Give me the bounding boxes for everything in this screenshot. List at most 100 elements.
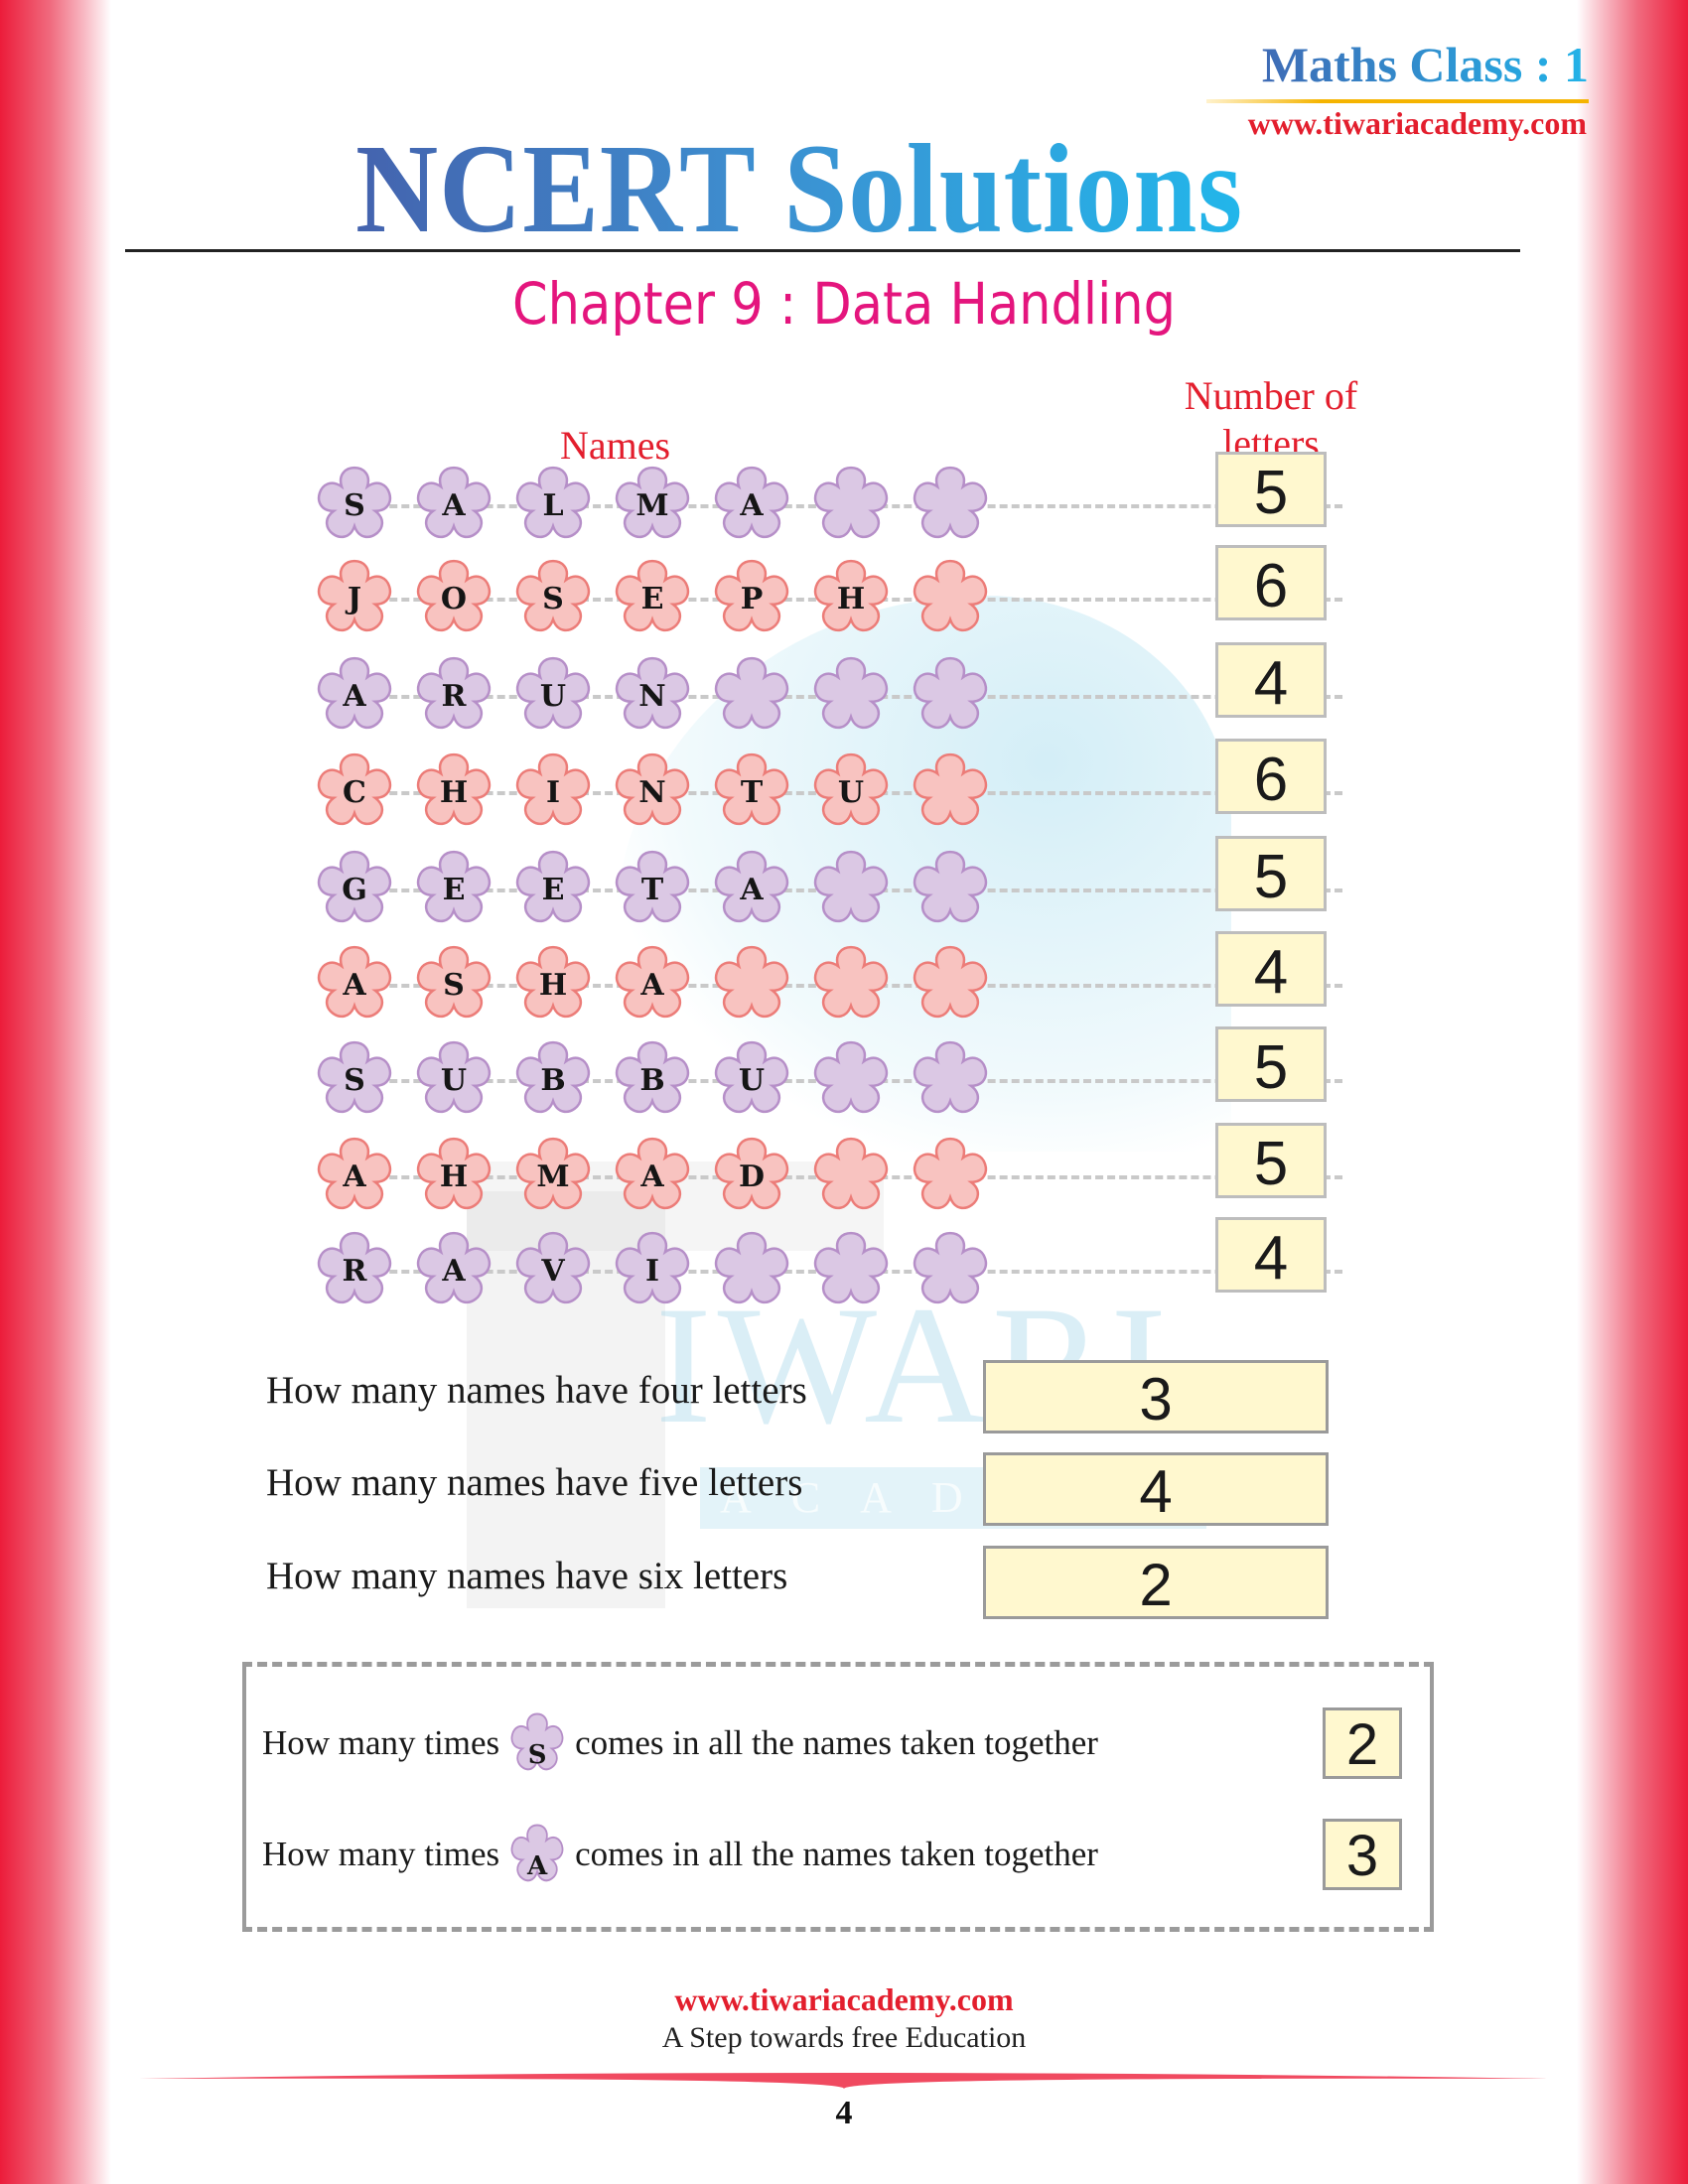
letter-flower: A — [310, 650, 399, 740]
flower-letter: V — [541, 1254, 565, 1289]
letter-flower: O — [409, 553, 498, 642]
title-rule — [125, 249, 1520, 252]
empty-flower — [906, 747, 995, 836]
right-red-border — [1577, 0, 1688, 2184]
empty-flower — [906, 553, 995, 642]
flower-letter: A — [640, 1160, 664, 1194]
badge-letter: S — [527, 1740, 547, 1770]
letter-flower: L — [508, 460, 598, 549]
empty-flower — [806, 460, 896, 549]
flower-icon — [813, 1231, 889, 1304]
flower-icon — [913, 850, 988, 923]
letter-count-box: 5 — [1215, 836, 1327, 911]
count-question-text: How many names have four letters — [266, 1369, 807, 1412]
flower-letter: A — [442, 1254, 466, 1289]
question-prefix: How many times — [262, 1723, 500, 1762]
flower-letter: S — [443, 968, 465, 1003]
letter-flower: R — [310, 1225, 399, 1314]
letter-flower: I — [608, 1225, 697, 1314]
letter-flower: A — [310, 1131, 399, 1220]
count-question-text: How many names have six letters — [266, 1555, 788, 1597]
flower-letter: O — [440, 582, 468, 616]
letter-count-box: 4 — [1215, 1217, 1327, 1293]
question-prefix: How many times — [262, 1835, 500, 1873]
flower-icon — [913, 945, 988, 1019]
letter-flower: A — [608, 1131, 697, 1220]
flower-letter: A — [740, 488, 764, 523]
letter-flower: I — [508, 747, 598, 836]
flower-letter: H — [538, 968, 568, 1003]
letter-count-box: 5 — [1215, 1123, 1327, 1198]
heading-line-1: Number of — [1184, 373, 1358, 418]
letter-count-box: 5 — [1215, 452, 1327, 527]
flower-icon — [813, 466, 889, 539]
letter-flower: E — [608, 553, 697, 642]
flower-letter: B — [639, 1063, 665, 1098]
letter-flower: T — [707, 747, 796, 836]
letter-count-box: 6 — [1215, 739, 1327, 814]
page-number: 4 — [835, 2095, 853, 2131]
letter-flower: A — [707, 460, 796, 549]
empty-flower — [906, 1034, 995, 1124]
flower-letter: A — [343, 968, 366, 1003]
letter-flower: A — [608, 939, 697, 1028]
flower-icon — [913, 1040, 988, 1114]
page-title: NCERT Solutions — [355, 125, 1243, 252]
letter-flower: G — [310, 844, 399, 933]
name-row: GEETA — [310, 844, 1342, 933]
chapter-heading: Chapter 9 : Data Handling — [511, 270, 1177, 338]
letter-flower: H — [409, 1131, 498, 1220]
empty-flower — [906, 650, 995, 740]
title-part-solutions: Solutions — [783, 118, 1244, 259]
footer-tagline: A Step towards free Education — [661, 2021, 1027, 2054]
letter-flower: A — [409, 1225, 498, 1314]
letter-flower: M — [608, 460, 697, 549]
name-row: CHINTU — [310, 747, 1342, 836]
flower-icon — [714, 945, 789, 1019]
letter-flower: U — [707, 1034, 796, 1124]
empty-flower — [707, 1225, 796, 1314]
empty-flower — [806, 1034, 896, 1124]
letter-flower: U — [409, 1034, 498, 1124]
footer-site-link[interactable]: www.tiwariacademy.com — [0, 1981, 1688, 2018]
question-suffix: comes in all the names taken together — [575, 1723, 1098, 1762]
flower-letter: U — [539, 679, 567, 714]
flower-icon — [714, 1231, 789, 1304]
flower-letter: A — [640, 968, 664, 1003]
letter-flower: M — [508, 1131, 598, 1220]
count-answer-box: 2 — [983, 1546, 1329, 1619]
flower-letter: E — [640, 582, 664, 616]
letter-flower: S — [409, 939, 498, 1028]
letter-count-box: 5 — [1215, 1026, 1327, 1102]
flower-letter: A — [343, 679, 366, 714]
empty-flower — [806, 1225, 896, 1314]
footer-red-bar — [139, 2073, 1549, 2089]
flower-icon — [913, 466, 988, 539]
flower-letter: C — [343, 775, 366, 810]
flower-letter: U — [738, 1063, 766, 1098]
letter-flower: S — [508, 553, 598, 642]
flower-letter: A — [740, 873, 764, 907]
flower-letter: I — [545, 775, 561, 810]
badge-letter: A — [527, 1851, 548, 1881]
header-site-link[interactable]: www.tiwariacademy.com — [1248, 105, 1587, 142]
letter-flower: P — [707, 553, 796, 642]
count-answer-box: 3 — [983, 1360, 1329, 1433]
empty-flower — [806, 650, 896, 740]
flower-letter: R — [342, 1254, 367, 1289]
flower-letter: H — [439, 1160, 469, 1194]
title-part-ncert: NCERT — [355, 118, 755, 259]
flower-icon — [813, 850, 889, 923]
letter-flower: H — [409, 747, 498, 836]
empty-flower — [906, 1131, 995, 1220]
letter-flower: J — [310, 553, 399, 642]
flower-letter: S — [344, 488, 365, 523]
flower-icon — [813, 656, 889, 730]
letter-flower: A — [707, 844, 796, 933]
flower-letter: T — [640, 873, 664, 907]
flower-letter: B — [540, 1063, 566, 1098]
flower-letter: L — [542, 488, 564, 523]
empty-flower — [806, 939, 896, 1028]
count-question-text: How many names have five letters — [266, 1461, 803, 1504]
letter-flower: R — [409, 650, 498, 740]
